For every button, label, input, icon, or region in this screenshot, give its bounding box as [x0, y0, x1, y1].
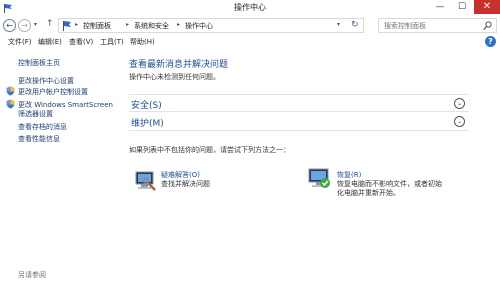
breadcrumb-separator: ▸ — [177, 21, 181, 28]
try-options-text: 如果列表中不包括你的问题，请尝试下列方法之一： — [129, 146, 290, 154]
up-button[interactable]: ↑ — [46, 19, 54, 29]
security-section[interactable]: 安全(S) ⌄ — [129, 94, 469, 112]
address-bar: ← → ▾ ↑ ▸ 控制面板 ▸ 系统和安全 ▸ 操作中心 ▾ ↻ 搜索控制面板 — [0, 16, 500, 35]
window-title: 操作中心 — [234, 3, 266, 12]
menu-view[interactable]: 查看(V) — [69, 37, 93, 47]
breadcrumb-system-security[interactable]: 系统和安全 — [134, 21, 169, 31]
control-panel-icon — [63, 21, 71, 31]
recovery-icon[interactable] — [307, 166, 332, 191]
help-icon[interactable]: ? — [485, 36, 496, 47]
menu-help[interactable]: 帮助(H) — [130, 37, 155, 47]
status-text: 操作中心未检测到任何问题。 — [129, 73, 220, 81]
expand-security-chevron-icon[interactable]: ⌄ — [454, 98, 465, 109]
left-pane: 控制面板主页 更改操作中心设置 更改用户帐户控制设置 更改 Windows Sm… — [0, 48, 125, 284]
breadcrumb-control-panel[interactable]: 控制面板 — [83, 21, 111, 31]
breadcrumb-separator: ▸ — [75, 21, 79, 28]
search-icon[interactable] — [483, 21, 492, 31]
menu-tools[interactable]: 工具(T) — [100, 37, 124, 47]
search-input[interactable]: 搜索控制面板 — [378, 18, 497, 33]
control-panel-home-link[interactable]: 控制面板主页 — [18, 58, 60, 68]
menu-bar: 文件(F) 编辑(E) 查看(V) 工具(T) 帮助(H) ? — [0, 35, 500, 48]
smartscreen-filter-settings-link[interactable]: 筛选器设置 — [18, 109, 53, 119]
recovery-description: 恢复电脑而不影响文件，或者初始化电脑并重新开始。 — [337, 180, 442, 197]
breadcrumb-action-center[interactable]: 操作中心 — [185, 21, 213, 31]
menu-edit[interactable]: 编辑(E) — [38, 37, 62, 47]
view-archived-messages-link[interactable]: 查看存档的消息 — [18, 122, 67, 132]
troubleshooting-link[interactable]: 疑难解答(O) — [161, 170, 200, 180]
see-also-heading: 另请参阅 — [18, 271, 46, 279]
troubleshooting-description: 查找并解决问题 — [161, 180, 210, 188]
breadcrumb-separator: ▸ — [126, 21, 130, 28]
maximize-button[interactable]: ☐ — [452, 0, 472, 14]
recent-pages-dropdown[interactable]: ▾ — [34, 21, 37, 28]
refresh-icon[interactable]: ↻ — [351, 20, 359, 30]
security-section-label: 安全(S) — [131, 101, 162, 111]
minimize-button[interactable]: — — [430, 0, 450, 14]
forward-button[interactable]: → — [18, 19, 31, 32]
page-title: 查看最新消息并解决问题 — [129, 60, 229, 70]
troubleshooting-icon[interactable] — [133, 168, 158, 193]
maintenance-section-label: 维护(M) — [131, 119, 164, 129]
change-uac-settings-link[interactable]: 更改用户帐户控制设置 — [18, 87, 88, 97]
main-pane: 查看最新消息并解决问题 操作中心未检测到任何问题。 安全(S) ⌄ 维护(M) … — [125, 48, 500, 284]
title-bar: 操作中心 — ☐ ✕ — [0, 0, 500, 16]
expand-maintenance-chevron-icon[interactable]: ⌄ — [454, 116, 465, 127]
search-placeholder: 搜索控制面板 — [384, 22, 426, 30]
maintenance-section[interactable]: 维护(M) ⌄ — [129, 113, 469, 131]
recovery-link[interactable]: 恢复(R) — [337, 170, 361, 180]
breadcrumb[interactable]: ▸ 控制面板 ▸ 系统和安全 ▸ 操作中心 ▾ ↻ — [58, 18, 364, 33]
smartscreen-shield-icon — [6, 99, 15, 109]
change-action-center-settings-link[interactable]: 更改操作中心设置 — [18, 76, 74, 86]
menu-file[interactable]: 文件(F) — [8, 37, 32, 47]
close-button[interactable]: ✕ — [474, 0, 500, 14]
uac-shield-icon — [6, 86, 15, 96]
back-button[interactable]: ← — [3, 19, 16, 32]
address-dropdown[interactable]: ▾ — [337, 21, 340, 28]
view-performance-info-link[interactable]: 查看性能信息 — [18, 134, 60, 144]
